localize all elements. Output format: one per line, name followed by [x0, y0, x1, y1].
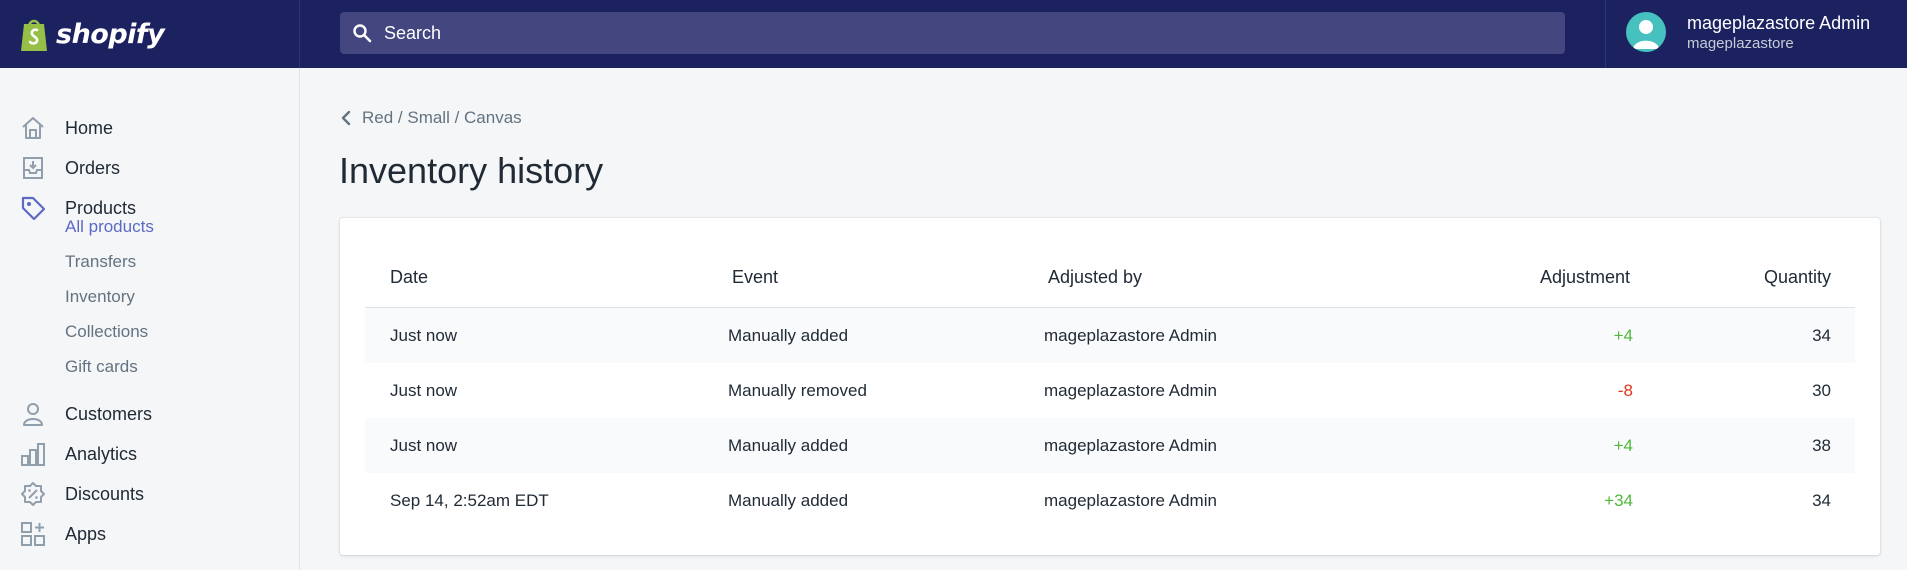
cell-adjustment: +34: [1604, 491, 1633, 510]
chevron-left-icon: [341, 110, 351, 126]
orders-icon: [23, 157, 43, 179]
user-name: mageplazastore Admin: [1687, 12, 1871, 33]
sidebar-item-apps[interactable]: Apps: [0, 515, 299, 553]
top-bar: shopify mageplazastore Admin mageplazast…: [0, 0, 1907, 68]
home-icon: [22, 117, 44, 139]
page-title: Inventory history: [339, 150, 604, 191]
customers-icon: [23, 403, 43, 426]
sidebar-subitem-transfers[interactable]: Transfers: [65, 252, 136, 272]
table-row: Just now Manually added mageplazastore A…: [365, 418, 1855, 473]
sidebar-item-label: Orders: [65, 157, 121, 178]
brand-name: shopify: [56, 18, 165, 50]
topbar-divider: [1605, 0, 1606, 68]
sidebar-subitem-all-products[interactable]: All products: [65, 217, 154, 237]
sidebar-subitem-collections[interactable]: Collections: [65, 322, 148, 342]
table-row: Sep 14, 2:52am EDT Manually added magepl…: [365, 473, 1855, 528]
sidebar-subitem-inventory[interactable]: Inventory: [65, 287, 135, 307]
cell-quantity: 30: [1812, 381, 1831, 400]
cell-adjusted-by: mageplazastore Admin: [1044, 381, 1217, 400]
breadcrumb[interactable]: Red / Small / Canvas: [340, 108, 522, 128]
search-icon: [353, 24, 372, 43]
analytics-icon: [21, 443, 45, 466]
cell-event: Manually added: [728, 326, 849, 345]
breadcrumb-label: Red / Small / Canvas: [362, 108, 522, 127]
column-header-adjusted-by: Adjusted by: [1048, 267, 1143, 287]
avatar: [1626, 12, 1666, 52]
topbar-divider: [299, 0, 300, 68]
sidebar-item-customers[interactable]: Customers: [0, 395, 299, 433]
column-header-date: Date: [390, 267, 429, 287]
cell-event: Manually removed: [728, 381, 867, 400]
sidebar-item-home[interactable]: Home: [0, 109, 299, 147]
search-input[interactable]: [384, 22, 1534, 44]
shopify-logo[interactable]: shopify: [18, 14, 165, 54]
cell-date: Just now: [390, 381, 458, 400]
cell-adjusted-by: mageplazastore Admin: [1044, 436, 1217, 455]
sidebar-item-label: Analytics: [65, 443, 138, 464]
cell-adjusted-by: mageplazastore Admin: [1044, 491, 1217, 510]
search-bar[interactable]: [340, 12, 1565, 54]
sidebar-item-label: Discounts: [65, 483, 145, 504]
inventory-history-table: Date Event Adjusted by Adjustment Quanti…: [365, 242, 1855, 528]
sidebar-subitem-gift-cards[interactable]: Gift cards: [65, 357, 138, 377]
user-menu[interactable]: mageplazastore Admin mageplazastore: [1626, 12, 1870, 52]
cell-date: Just now: [390, 326, 458, 345]
table-row: Just now Manually removed mageplazastore…: [365, 363, 1855, 418]
sidebar-item-analytics[interactable]: Analytics: [0, 435, 299, 473]
sidebar-item-label: Home: [65, 117, 114, 138]
cell-quantity: 38: [1812, 436, 1831, 455]
cell-date: Just now: [390, 436, 458, 455]
cell-date: Sep 14, 2:52am EDT: [390, 491, 549, 510]
table-header: Date Event Adjusted by Adjustment Quanti…: [365, 242, 1855, 308]
discounts-icon: [21, 482, 45, 506]
cell-adjustment: +4: [1613, 326, 1633, 345]
cell-adjusted-by: mageplazastore Admin: [1044, 326, 1217, 345]
cell-adjustment: -8: [1617, 381, 1633, 400]
cell-adjustment: +4: [1613, 436, 1633, 455]
user-icon: [1633, 20, 1659, 49]
table-row: Just now Manually added mageplazastore A…: [365, 308, 1855, 363]
shopping-bag-icon: [21, 19, 47, 51]
column-header-quantity: Quantity: [1763, 267, 1831, 287]
sidebar-item-label: Customers: [65, 403, 153, 424]
cell-event: Manually added: [728, 491, 849, 510]
cell-quantity: 34: [1812, 491, 1831, 510]
apps-icon: [21, 522, 45, 546]
sidebar-item-orders[interactable]: Orders: [0, 149, 299, 187]
inventory-history-card: Date Event Adjusted by Adjustment Quanti…: [340, 218, 1880, 555]
cell-quantity: 34: [1812, 326, 1831, 345]
column-header-adjustment: Adjustment: [1539, 267, 1630, 287]
store-name: mageplazastore: [1687, 34, 1794, 52]
sidebar-item-label: Products: [65, 197, 137, 218]
sidebar-item-discounts[interactable]: Discounts: [0, 475, 299, 513]
cell-event: Manually added: [728, 436, 849, 455]
column-header-event: Event: [732, 267, 779, 287]
sidebar: Home Orders Products All products Transf…: [0, 68, 300, 570]
sidebar-item-label: Apps: [65, 523, 107, 544]
tag-icon: [21, 196, 46, 221]
